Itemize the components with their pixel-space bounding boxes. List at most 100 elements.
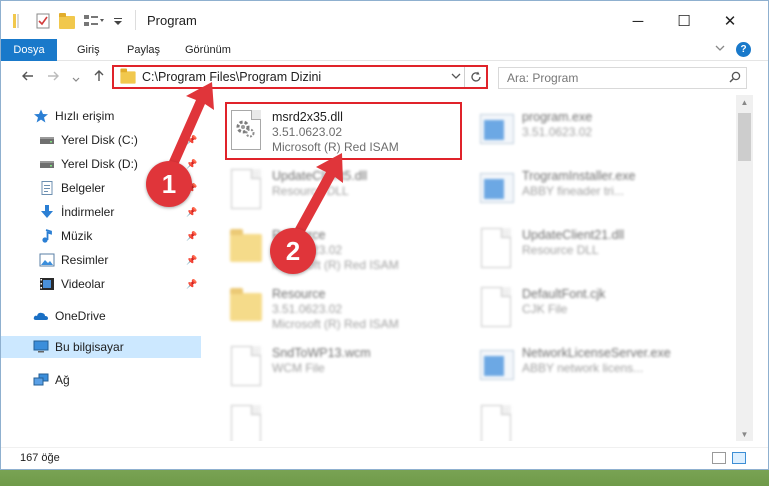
file-icon bbox=[478, 403, 514, 441]
music-icon bbox=[39, 229, 55, 243]
file-tile-networklicenseserver[interactable]: NetworkLicenseServer.exe ABBY network li… bbox=[456, 339, 696, 395]
sidebar-item-local-disk-c[interactable]: Yerel Disk (C:) 📌 bbox=[1, 129, 201, 151]
sidebar-item-music[interactable]: Müzik 📌 bbox=[1, 225, 201, 247]
maximize-button[interactable]: ☐ bbox=[661, 7, 707, 35]
annotation-badge-1: 1 bbox=[146, 161, 192, 207]
file-tile-resource-2[interactable]: Resource 3.51.0623.02 Microsoft (R) Red … bbox=[206, 280, 446, 336]
sidebar-item-label: Belgeler bbox=[61, 181, 106, 195]
properties-icon[interactable] bbox=[35, 13, 51, 29]
pin-icon[interactable]: 📌 bbox=[186, 207, 197, 218]
pin-icon[interactable]: 📌 bbox=[186, 231, 197, 242]
pin-icon[interactable]: 📌 bbox=[186, 255, 197, 266]
tab-gorunum[interactable]: Görünüm bbox=[185, 39, 231, 61]
file-icon bbox=[228, 403, 264, 441]
file-tile-defaultfont[interactable]: DefaultFont.cjk CJK File bbox=[456, 280, 696, 336]
navigation-bar: C:\Program Files\Program Dizini bbox=[1, 61, 768, 95]
exe-icon bbox=[478, 344, 514, 390]
file-tile-updateclient5[interactable]: UpdateClient5.dll Resource DLL bbox=[206, 162, 446, 218]
tab-giris[interactable]: Giriş bbox=[77, 39, 100, 61]
file-tile-updateclient21[interactable]: UpdateClient21.dll Resource DLL bbox=[456, 221, 696, 277]
sidebar-item-videos[interactable]: Videolar 📌 bbox=[1, 273, 201, 295]
file-icon bbox=[228, 344, 264, 390]
tab-dosya[interactable]: Dosya bbox=[1, 39, 57, 61]
vertical-scrollbar[interactable]: ▲ ▼ bbox=[736, 95, 753, 441]
file-name: UpdateClient21.dll bbox=[522, 228, 625, 242]
file-tile-resource-1[interactable]: Resource 3.51.0623.02 Microsoft (R) Red … bbox=[206, 221, 446, 277]
pictures-icon bbox=[39, 253, 55, 267]
annotation-badge-2: 2 bbox=[270, 228, 316, 274]
up-button[interactable] bbox=[92, 69, 106, 86]
back-button[interactable] bbox=[21, 69, 35, 86]
computer-icon bbox=[33, 340, 49, 354]
sidebar-item-label: Hızlı erişim bbox=[55, 109, 115, 123]
file-tile-partial[interactable] bbox=[206, 398, 446, 441]
exe-icon bbox=[478, 108, 514, 154]
download-icon bbox=[39, 205, 55, 219]
exe-icon bbox=[478, 167, 514, 213]
pin-icon[interactable]: 📌 bbox=[186, 159, 197, 170]
file-tile-program-exe[interactable]: program.exe 3.51.0623.02 bbox=[456, 103, 696, 159]
scroll-up-icon[interactable]: ▲ bbox=[736, 98, 753, 107]
tab-paylas[interactable]: Paylaş bbox=[127, 39, 160, 61]
folder-icon bbox=[228, 226, 264, 272]
refresh-icon bbox=[470, 71, 481, 82]
sidebar-item-pictures[interactable]: Resimler 📌 bbox=[1, 249, 201, 271]
recent-locations-chevron-icon[interactable] bbox=[72, 71, 80, 87]
folder-small-icon bbox=[11, 13, 27, 29]
details-view-button[interactable] bbox=[712, 452, 726, 464]
customize-toolbar-chevron-icon[interactable] bbox=[113, 13, 129, 29]
file-tile-programinstaller[interactable]: TrogramInstaller.exe ABBY fineader tri..… bbox=[456, 162, 696, 218]
file-version: 3.51.0623.02 bbox=[522, 125, 593, 139]
sidebar-item-onedrive[interactable]: OneDrive bbox=[1, 305, 201, 327]
file-version: 3.51.0623.02 bbox=[272, 302, 343, 316]
address-history-chevron-icon[interactable] bbox=[448, 71, 464, 84]
quick-access-toolbar bbox=[11, 11, 137, 31]
file-description: ABBY fineader tri... bbox=[522, 184, 624, 198]
pin-icon[interactable]: 📌 bbox=[186, 135, 197, 146]
drive-icon bbox=[39, 133, 55, 147]
star-icon bbox=[33, 109, 49, 123]
file-icon bbox=[478, 285, 514, 331]
sidebar-item-label: Yerel Disk (D:) bbox=[61, 157, 138, 171]
sidebar-item-this-pc[interactable]: Bu bilgisayar bbox=[1, 336, 201, 358]
sidebar-item-label: Videolar bbox=[61, 277, 105, 291]
close-button[interactable]: ✕ bbox=[707, 7, 753, 35]
help-icon: ? bbox=[736, 42, 751, 57]
file-type: CJK File bbox=[522, 302, 568, 316]
file-description: ABBY network licens... bbox=[522, 361, 644, 375]
minimize-button[interactable]: ─ bbox=[615, 7, 661, 35]
file-name: TrogramInstaller.exe bbox=[522, 169, 636, 183]
sidebar-item-label: Resimler bbox=[61, 253, 109, 267]
sidebar-item-label: Ağ bbox=[55, 373, 70, 387]
refresh-button[interactable] bbox=[464, 67, 486, 87]
file-name: NetworkLicenseServer.exe bbox=[522, 346, 671, 360]
folder-icon bbox=[120, 67, 136, 84]
view-options-icon[interactable] bbox=[83, 13, 104, 29]
file-tile-sndtowp13[interactable]: SndToWP13.wcm WCM File bbox=[206, 339, 446, 395]
scroll-down-icon[interactable]: ▼ bbox=[736, 430, 753, 439]
search-icon[interactable] bbox=[724, 71, 746, 86]
selected-file-highlight bbox=[225, 102, 462, 160]
file-type: WCM File bbox=[272, 361, 325, 375]
new-folder-icon[interactable] bbox=[59, 13, 75, 29]
address-path[interactable]: C:\Program Files\Program Dizini bbox=[142, 70, 448, 84]
sidebar-item-label: OneDrive bbox=[55, 309, 106, 323]
videos-icon bbox=[39, 277, 55, 291]
scrollbar-thumb[interactable] bbox=[738, 113, 751, 161]
ribbon-tabs: Dosya Giriş Paylaş Görünüm ? bbox=[1, 39, 768, 61]
pin-icon[interactable]: 📌 bbox=[186, 279, 197, 290]
forward-button[interactable] bbox=[46, 69, 60, 86]
search-input[interactable] bbox=[499, 71, 724, 85]
file-tile-partial[interactable] bbox=[456, 398, 696, 441]
file-name: DefaultFont.cjk bbox=[522, 287, 606, 301]
sidebar-item-label: Yerel Disk (C:) bbox=[61, 133, 138, 147]
address-bar[interactable]: C:\Program Files\Program Dizini bbox=[112, 65, 488, 89]
chevron-down-icon[interactable] bbox=[715, 43, 725, 56]
help-button[interactable]: ? bbox=[736, 42, 751, 57]
sidebar-item-network[interactable]: Ağ bbox=[1, 369, 201, 391]
tiles-view-button[interactable] bbox=[732, 452, 746, 464]
file-type: Resource DLL bbox=[272, 184, 349, 198]
search-box[interactable] bbox=[498, 67, 747, 89]
folder-icon bbox=[228, 285, 264, 331]
sidebar-item-quick-access[interactable]: Hızlı erişim bbox=[1, 105, 201, 127]
